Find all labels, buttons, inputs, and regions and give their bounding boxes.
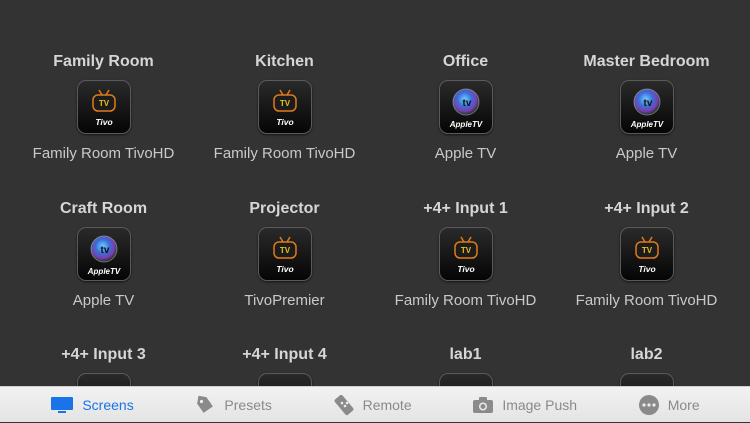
room-name: Office xyxy=(442,53,489,70)
svg-text:Tivo: Tivo xyxy=(457,264,474,274)
screen-tile-input-2[interactable]: +4+ Input 2 TV Tivo Family Room TivoHD xyxy=(556,199,737,311)
tab-label: Screens xyxy=(82,396,134,413)
screen-tile-lab1[interactable]: lab1 xyxy=(375,345,556,386)
room-name: Family Room xyxy=(53,53,154,70)
tivo-icon xyxy=(76,373,131,386)
room-name: lab1 xyxy=(449,346,482,363)
svg-text:TV: TV xyxy=(279,99,290,108)
device-name: Apple TV xyxy=(434,145,497,162)
tag-icon xyxy=(197,395,214,413)
appletv-icon: tv AppleTV xyxy=(76,227,131,281)
room-name: lab2 xyxy=(630,346,663,363)
tivo-icon: TV Tivo xyxy=(619,227,674,281)
tivo-icon: TV Tivo xyxy=(76,80,131,134)
screen-tile-input-4[interactable]: +4+ Input 4 xyxy=(194,345,375,386)
svg-text:Tivo: Tivo xyxy=(95,117,112,127)
screens-grid: Family Room TV Tivo Family Room TivoHD K… xyxy=(0,0,750,386)
device-name: Apple TV xyxy=(615,145,678,162)
tivo-icon xyxy=(257,373,312,386)
room-name: +4+ Input 3 xyxy=(61,346,146,363)
svg-text:TV: TV xyxy=(279,246,290,255)
tab-label: Remote xyxy=(362,396,412,413)
tivo-icon: TV Tivo xyxy=(257,227,312,281)
svg-text:Tivo: Tivo xyxy=(276,264,293,274)
device-name: Family Room TivoHD xyxy=(394,292,537,309)
tivo-icon xyxy=(438,373,493,386)
tab-presets[interactable]: Presets xyxy=(194,387,272,423)
device-name: Family Room TivoHD xyxy=(32,145,175,162)
tivo-icon: TV Tivo xyxy=(257,80,312,134)
room-name: Craft Room xyxy=(59,200,148,217)
room-name: +4+ Input 4 xyxy=(242,346,327,363)
room-name: Kitchen xyxy=(255,53,314,70)
tab-remote[interactable]: Remote xyxy=(333,387,412,423)
tivo-icon: TV Tivo xyxy=(438,227,493,281)
tab-bar: Screens Presets Remote Image Push More xyxy=(0,386,750,422)
tab-label: Presets xyxy=(224,396,272,413)
tab-image-push[interactable]: Image Push xyxy=(472,387,577,423)
appletv-icon: tv AppleTV xyxy=(619,80,674,134)
screen-tile-office[interactable]: Office tv AppleTV Apple TV xyxy=(375,52,556,164)
camera-icon xyxy=(473,396,494,413)
svg-text:tv: tv xyxy=(100,245,109,256)
room-name: Projector xyxy=(249,200,320,217)
device-name: TivoPremier xyxy=(244,292,325,309)
room-name: +4+ Input 1 xyxy=(423,200,508,217)
device-name: Family Room TivoHD xyxy=(575,292,718,309)
screen-tile-kitchen[interactable]: Kitchen TV Tivo Family Room TivoHD xyxy=(194,52,375,164)
screen-tile-master-bedroom[interactable]: Master Bedroom tv AppleTV Apple TV xyxy=(556,52,737,164)
tab-more[interactable]: More xyxy=(638,387,700,423)
svg-text:tv: tv xyxy=(643,98,652,109)
screen-tile-projector[interactable]: Projector TV Tivo TivoPremier xyxy=(194,199,375,311)
svg-text:TV: TV xyxy=(641,246,652,255)
tab-label: More xyxy=(667,396,700,413)
device-name: Family Room TivoHD xyxy=(213,145,356,162)
svg-text:TV: TV xyxy=(98,99,109,108)
monitor-icon xyxy=(51,396,74,413)
remote-icon xyxy=(334,394,354,415)
device-name: Apple TV xyxy=(72,292,135,309)
svg-text:AppleTV: AppleTV xyxy=(86,267,120,276)
svg-text:Tivo: Tivo xyxy=(638,264,655,274)
svg-text:AppleTV: AppleTV xyxy=(448,120,482,129)
svg-text:TV: TV xyxy=(460,246,471,255)
tab-screens[interactable]: Screens xyxy=(50,387,134,423)
appletv-icon: tv AppleTV xyxy=(438,80,493,134)
screen-tile-lab2[interactable]: lab2 xyxy=(556,345,737,386)
screen-tile-input-3[interactable]: +4+ Input 3 xyxy=(13,345,194,386)
svg-text:tv: tv xyxy=(462,98,471,109)
appletv-icon xyxy=(619,373,674,386)
svg-text:AppleTV: AppleTV xyxy=(629,120,663,129)
screen-tile-family-room[interactable]: Family Room TV Tivo Family Room TivoHD xyxy=(13,52,194,164)
room-name: Master Bedroom xyxy=(583,53,710,70)
screen-tile-craft-room[interactable]: Craft Room tv AppleTV Apple TV xyxy=(13,199,194,311)
room-name: +4+ Input 2 xyxy=(604,200,689,217)
tab-label: Image Push xyxy=(502,396,578,413)
more-icon xyxy=(638,394,659,415)
svg-text:Tivo: Tivo xyxy=(276,117,293,127)
screen-tile-input-1[interactable]: +4+ Input 1 TV Tivo Family Room TivoHD xyxy=(375,199,556,311)
